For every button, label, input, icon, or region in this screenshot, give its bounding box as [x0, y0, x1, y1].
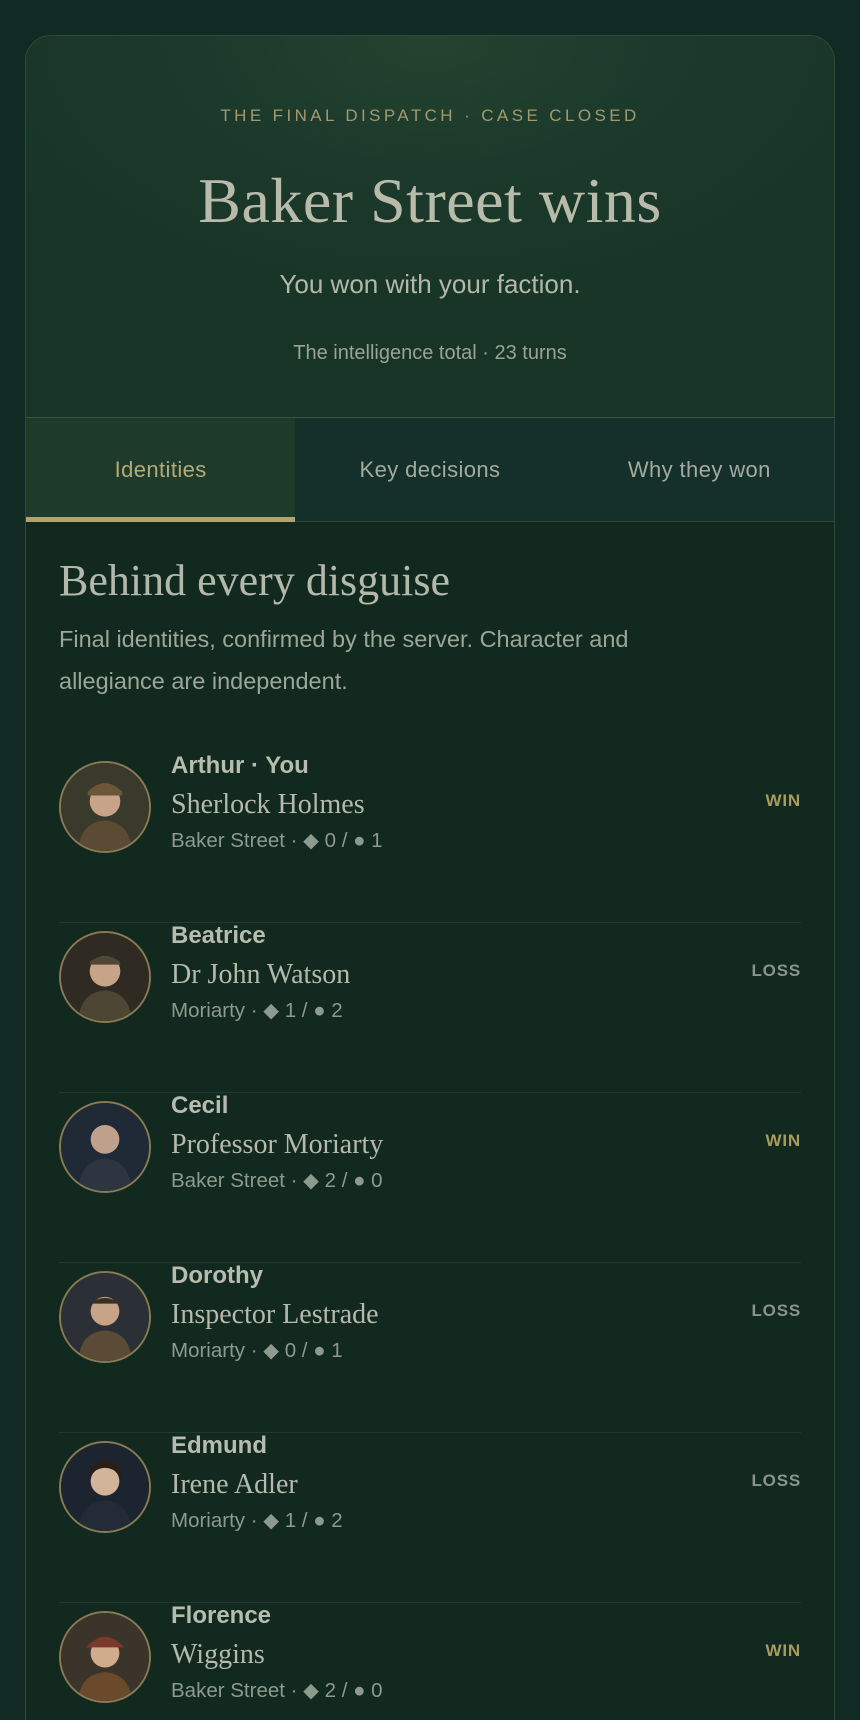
game-meta: The intelligence total · 23 turns	[293, 342, 567, 364]
result-badge: LOSS	[751, 1301, 801, 1320]
allegiance-line: Baker Street · ◆ 2 / ● 0	[171, 1169, 383, 1192]
player-row: Dorothy Inspector Lestrade Moriarty · ◆ …	[59, 1262, 801, 1433]
avatar	[59, 931, 151, 1023]
player-name: Edmund	[171, 1432, 267, 1459]
player-name: Dorothy	[171, 1262, 263, 1289]
character-name: Wiggins	[171, 1639, 265, 1670]
character-name: Inspector Lestrade	[171, 1299, 379, 1330]
results-header: THE FINAL DISPATCH · CASE CLOSED Baker S…	[26, 36, 834, 417]
page-title: Baker Street wins	[198, 165, 662, 236]
player-list: Arthur · You Sherlock Holmes Baker Stree…	[59, 752, 801, 1720]
portrait-icon	[61, 1613, 149, 1701]
eyebrow-label: THE FINAL DISPATCH · CASE CLOSED	[220, 106, 640, 125]
allegiance-line: Moriarty · ◆ 1 / ● 2	[171, 999, 343, 1022]
results-card: THE FINAL DISPATCH · CASE CLOSED Baker S…	[25, 35, 835, 1720]
outcome-subtitle: You won with your faction.	[279, 269, 581, 299]
tab-identities[interactable]: Identities	[26, 418, 296, 522]
portrait-icon	[61, 1273, 149, 1361]
player-name: Florence	[171, 1602, 272, 1629]
player-name: Beatrice	[171, 922, 266, 949]
section-description: Final identities, confirmed by the serve…	[59, 626, 629, 694]
player-name: Arthur · You	[171, 752, 309, 779]
result-badge: WIN	[765, 1131, 801, 1150]
character-name: Irene Adler	[171, 1469, 298, 1500]
identities-panel: Behind every disguise Final identities, …	[26, 555, 834, 1720]
avatar	[59, 1611, 151, 1703]
player-row: Arthur · You Sherlock Holmes Baker Stree…	[59, 752, 801, 923]
player-row: Cecil Professor Moriarty Baker Street · …	[59, 1092, 801, 1263]
allegiance-line: Moriarty · ◆ 0 / ● 1	[171, 1339, 343, 1362]
tab-bar: Identities Key decisions Why they won	[26, 417, 834, 522]
portrait-icon	[61, 1443, 149, 1531]
tab-why-they-won[interactable]: Why they won	[565, 418, 834, 521]
character-name: Professor Moriarty	[171, 1129, 384, 1160]
allegiance-line: Baker Street · ◆ 2 / ● 0	[171, 1679, 383, 1702]
character-name: Dr John Watson	[171, 959, 351, 990]
avatar	[59, 761, 151, 853]
allegiance-line: Baker Street · ◆ 0 / ● 1	[171, 829, 383, 852]
player-row: Florence Wiggins Baker Street · ◆ 2 / ● …	[59, 1602, 801, 1720]
player-row: Edmund Irene Adler Moriarty · ◆ 1 / ● 2 …	[59, 1432, 801, 1603]
portrait-icon	[61, 933, 149, 1021]
avatar	[59, 1101, 151, 1193]
character-name: Sherlock Holmes	[171, 789, 365, 820]
portrait-icon	[61, 763, 149, 851]
player-row: Beatrice Dr John Watson Moriarty · ◆ 1 /…	[59, 922, 801, 1093]
player-name: Cecil	[171, 1092, 229, 1119]
allegiance-line: Moriarty · ◆ 1 / ● 2	[171, 1509, 343, 1532]
avatar	[59, 1441, 151, 1533]
result-badge: WIN	[765, 1641, 801, 1660]
result-badge: LOSS	[751, 961, 801, 980]
tab-key-decisions[interactable]: Key decisions	[295, 418, 564, 521]
avatar	[59, 1271, 151, 1363]
portrait-icon	[61, 1103, 149, 1191]
result-badge: WIN	[765, 791, 801, 810]
section-title: Behind every disguise	[59, 556, 451, 605]
result-badge: LOSS	[751, 1471, 801, 1490]
